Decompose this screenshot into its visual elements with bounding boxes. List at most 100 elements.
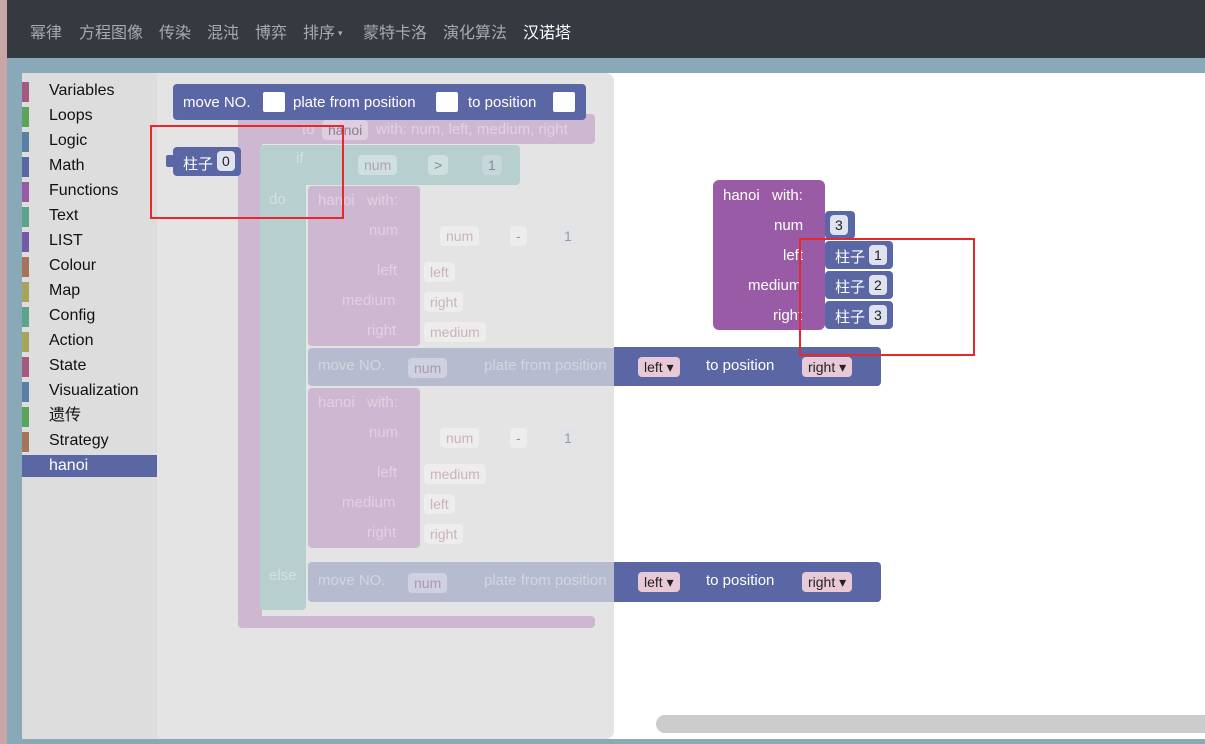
flyout-from-label: plate from position [293, 94, 416, 111]
chevron-down-icon: ▾ [338, 28, 343, 39]
toolbox-category-strategy[interactable]: Strategy [22, 430, 157, 452]
category-label: Strategy [49, 432, 109, 449]
ghost-call1-num-label: num [369, 222, 399, 239]
top-navbar: 幂律 方程图像 传染 混沌 博弈 排序 ▾ 蒙特卡洛 演化算法 汉诺塔 [0, 0, 1205, 58]
ghost-call1-num-var: num [440, 226, 480, 246]
ghost-move1-label: move NO. [318, 357, 386, 374]
call-num-value[interactable]: 3 [830, 215, 848, 235]
nav-item-hanoi[interactable]: 汉诺塔 [523, 19, 571, 43]
move1-left-value: left [644, 359, 663, 375]
move2-right-value: right [808, 574, 836, 590]
toolbox-category-loops[interactable]: Loops [22, 105, 157, 127]
ghost-call1-num-op: - [510, 226, 527, 246]
ghost-else-label: else [269, 567, 297, 584]
nav-item-power-law[interactable]: 幂律 [30, 19, 62, 43]
category-color-bar [22, 457, 29, 477]
category-label: Action [49, 332, 94, 349]
toolbox-category-hanoi[interactable]: hanoi [22, 455, 157, 477]
move2-right-dropdown[interactable]: right ▾ [802, 572, 853, 592]
category-color-bar [22, 182, 29, 202]
ghost-call1-medium-var: right [424, 292, 464, 312]
move-block-2-tail[interactable]: left ▾ to position right ▾ [614, 562, 881, 602]
ghost-def-params: with: num, left, medium, right [376, 121, 568, 138]
toolbox-category-visualization[interactable]: Visualization [22, 380, 157, 402]
nav-item-game[interactable]: 博弈 [255, 19, 287, 43]
toolbox-category-math[interactable]: Math [22, 155, 157, 177]
category-color-bar [22, 307, 29, 327]
category-color-bar [22, 207, 29, 227]
call-right-label: right [773, 307, 803, 324]
move2-left-dropdown[interactable]: left ▾ [638, 572, 680, 592]
highlight-box-call-pillars [799, 238, 975, 356]
call-name: hanoi [723, 187, 760, 204]
toolbox-category-action[interactable]: Action [22, 330, 157, 352]
toolbox-category-colour[interactable]: Colour [22, 255, 157, 277]
frame-left-edge [0, 58, 7, 744]
ghost-call2-left-var: medium [424, 464, 486, 484]
category-label: Variables [49, 82, 115, 99]
ghost-cond-value: 1 [482, 155, 502, 175]
ghost-if-spine [260, 180, 306, 610]
call-num-input-block[interactable]: 3 [825, 211, 855, 239]
ghost-call1-left-label: left [377, 262, 398, 279]
call-with: with: [772, 187, 803, 204]
ghost-move2-label: move NO. [318, 572, 386, 589]
category-label: 遗传 [49, 407, 82, 424]
category-label: Logic [49, 132, 88, 149]
ghost-call2-num-var: num [440, 428, 480, 448]
navbar-edge [0, 0, 7, 58]
toolbox-category-map[interactable]: Map [22, 280, 157, 302]
category-color-bar [22, 232, 29, 252]
ghost-call2-num-label: num [369, 424, 399, 441]
category-label: Math [49, 157, 85, 174]
toolbox-category-state[interactable]: State [22, 355, 157, 377]
ghost-call2-right-var: right [424, 524, 464, 544]
move1-to-label: to position [706, 357, 775, 374]
category-label: Functions [49, 182, 119, 199]
category-color-bar [22, 407, 29, 427]
toolbox-category-遗传[interactable]: 遗传 [22, 405, 157, 427]
flyout-move-socket-2[interactable] [436, 92, 458, 112]
nav-item-monte-carlo[interactable]: 蒙特卡洛 [363, 19, 427, 43]
highlight-box-flyout-pillar [150, 125, 344, 219]
category-label: Loops [49, 107, 93, 124]
ghost-move2-from: plate from position [484, 572, 607, 589]
category-label: LIST [49, 232, 83, 249]
flyout-move-label: move NO. [183, 94, 251, 111]
category-color-bar [22, 357, 29, 377]
category-color-bar [22, 157, 29, 177]
ghost-call2-medium-label: medium [342, 494, 396, 511]
category-label: Visualization [49, 382, 139, 399]
toolbox-category-variables[interactable]: Variables [22, 80, 157, 102]
workspace-horizontal-scrollbar[interactable] [656, 715, 1205, 733]
nav-item-chaos[interactable]: 混沌 [207, 19, 239, 43]
move1-left-dropdown[interactable]: left ▾ [638, 357, 680, 377]
ghost-move1-num: num [408, 358, 448, 378]
ghost-cond-op: > [428, 155, 449, 175]
category-label: hanoi [49, 457, 89, 474]
toolbox-category-config[interactable]: Config [22, 305, 157, 327]
ghost-call2-left-label: left [377, 464, 398, 481]
toolbox-category-text[interactable]: Text [22, 205, 157, 227]
move1-right-dropdown[interactable]: right ▾ [802, 357, 853, 377]
flyout-move-socket-1[interactable] [263, 92, 285, 112]
flyout-move-socket-3[interactable] [553, 92, 575, 112]
ghost-call2-with: with: [367, 394, 398, 411]
category-label: Config [49, 307, 96, 324]
move2-left-value: left [644, 574, 663, 590]
nav-item-sorting-dropdown[interactable]: 排序 ▾ [303, 19, 343, 43]
nav-item-equation-graph[interactable]: 方程图像 [79, 19, 143, 43]
nav-item-evolutionary-algorithm[interactable]: 演化算法 [443, 19, 507, 43]
ghost-call1-left-var: left [424, 262, 455, 282]
toolbox-category-logic[interactable]: Logic [22, 130, 157, 152]
flyout-move-block[interactable]: move NO. plate from position to position [173, 84, 586, 120]
nav-item-epidemic[interactable]: 传染 [159, 19, 191, 43]
move2-to-label: to position [706, 572, 775, 589]
ghost-def-footer [238, 616, 595, 628]
move1-right-value: right [808, 359, 836, 375]
toolbox-category-list[interactable]: LIST [22, 230, 157, 252]
ghost-call2-medium-var: left [424, 494, 455, 514]
category-color-bar [22, 332, 29, 352]
toolbox-category-functions[interactable]: Functions [22, 180, 157, 202]
category-color-bar [22, 282, 29, 302]
